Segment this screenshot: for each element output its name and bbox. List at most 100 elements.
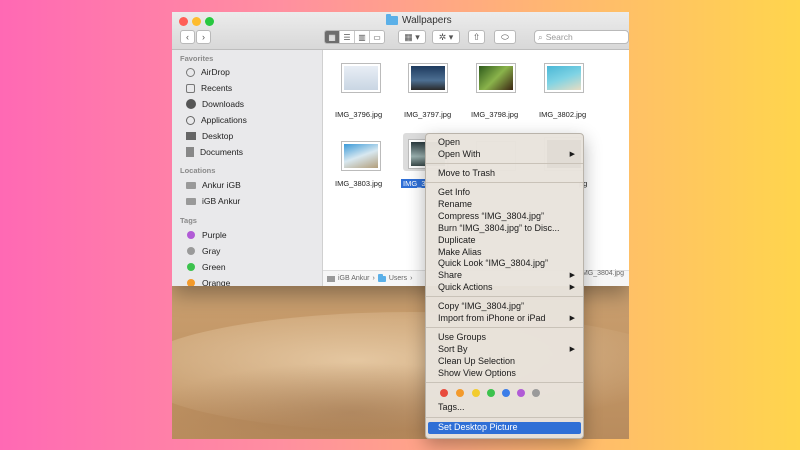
menu-item-quick-look[interactable]: Quick Look “IMG_3804.jpg”	[438, 258, 579, 269]
menu-item-tags[interactable]: Tags...	[438, 402, 579, 413]
menu-item-quick-actions[interactable]: Quick Actions ▶	[438, 282, 579, 293]
sidebar-section-locations: Locations	[180, 166, 216, 175]
action-gear-icon[interactable]: ✲ ▾	[432, 30, 460, 44]
gray-tag-icon[interactable]	[532, 389, 540, 397]
yellow-tag-icon[interactable]	[472, 389, 480, 397]
green-tag-icon[interactable]	[487, 389, 495, 397]
file-name[interactable]: IMG_3798.jpg	[471, 110, 518, 119]
file-thumbnail[interactable]	[342, 142, 380, 170]
menu-item-get-info[interactable]: Get Info	[438, 187, 579, 198]
window-title-text: Wallpapers	[402, 15, 452, 26]
sidebar-item-tag-gray[interactable]: Gray	[186, 246, 220, 256]
sidebar-item-tag-green[interactable]: Green	[186, 262, 226, 272]
sidebar-item-documents[interactable]: Documents	[186, 147, 243, 157]
sidebar-item-label: Ankur iGB	[202, 180, 241, 190]
submenu-arrow-icon: ▶	[569, 315, 575, 322]
file-thumbnail[interactable]	[477, 64, 515, 92]
sidebar-item-label: Orange	[202, 278, 231, 286]
file-thumbnail[interactable]	[545, 64, 583, 92]
submenu-arrow-icon: ▶	[569, 284, 575, 291]
file-name[interactable]: IMG_3803.jpg	[335, 179, 382, 188]
file-name[interactable]: IMG_3796.jpg	[335, 110, 382, 119]
icon-view-icon[interactable]: ▦	[325, 31, 340, 43]
search-input[interactable]: ⌕ Search	[534, 30, 629, 44]
menu-item-copy[interactable]: Copy “IMG_3804.jpg”	[438, 301, 579, 312]
search-placeholder: Search	[545, 32, 573, 42]
path-item[interactable]: Users	[389, 275, 407, 282]
menu-item-rename[interactable]: Rename	[438, 199, 579, 210]
sidebar-section-favorites: Favorites	[180, 54, 214, 63]
context-menu: Open Open With ▶ Move to Trash Get Info …	[425, 133, 584, 439]
forward-button[interactable]: ›	[196, 30, 211, 44]
sidebar-item-label: Gray	[202, 246, 221, 256]
menu-item-show-view-options[interactable]: Show View Options	[438, 368, 579, 379]
share-icon[interactable]: ⇧	[468, 30, 485, 44]
search-icon: ⌕	[538, 31, 543, 42]
list-view-icon[interactable]: ☰	[340, 31, 355, 43]
path-separator-icon: ›	[410, 275, 413, 282]
sidebar-item-recents[interactable]: Recents	[186, 83, 232, 93]
sidebar: Favorites AirDrop Recents Downloads Appl…	[172, 50, 323, 286]
path-separator-icon: ›	[372, 275, 375, 282]
red-tag-icon[interactable]	[440, 389, 448, 397]
green-tag-icon	[187, 263, 195, 271]
sidebar-item-igb-ankur[interactable]: iGB Ankur	[186, 196, 240, 206]
menu-item-burn[interactable]: Burn “IMG_3804.jpg” to Disc...	[438, 223, 579, 234]
sidebar-section-tags: Tags	[180, 216, 197, 225]
menu-item-make-alias[interactable]: Make Alias	[438, 247, 579, 258]
disk-icon	[186, 197, 196, 205]
downloads-icon	[186, 99, 196, 109]
menu-item-move-to-trash[interactable]: Move to Trash	[438, 168, 579, 179]
tag-button-icon[interactable]: ⬭	[494, 30, 516, 44]
path-item[interactable]: iGB Ankur	[338, 275, 370, 282]
close-window-button[interactable]	[179, 17, 188, 26]
menu-item-duplicate[interactable]: Duplicate	[438, 235, 579, 246]
file-name[interactable]: IMG_3802.jpg	[539, 110, 586, 119]
sidebar-item-desktop[interactable]: Desktop	[186, 131, 233, 141]
menu-item-label: Sort By	[438, 344, 468, 354]
menu-item-open-with[interactable]: Open With ▶	[438, 149, 579, 160]
sidebar-item-label: Green	[202, 262, 226, 272]
menu-item-set-desktop-picture[interactable]: Set Desktop Picture	[438, 422, 579, 433]
menu-item-clean-up-selection[interactable]: Clean Up Selection	[438, 356, 579, 367]
sidebar-item-tag-purple[interactable]: Purple	[186, 230, 227, 240]
view-mode-selector: ▦ ☰ ▥ ▭	[324, 30, 385, 44]
documents-icon	[186, 147, 194, 157]
purple-tag-icon[interactable]	[517, 389, 525, 397]
menu-item-label: Import from iPhone or iPad	[438, 313, 546, 323]
gallery-view-icon[interactable]: ▭	[370, 31, 384, 43]
folder-icon	[377, 273, 386, 282]
file-thumbnail[interactable]	[409, 64, 447, 92]
submenu-arrow-icon: ▶	[569, 272, 575, 279]
sidebar-item-airdrop[interactable]: AirDrop	[186, 67, 230, 77]
menu-item-share[interactable]: Share ▶	[438, 270, 579, 281]
orange-tag-icon[interactable]	[456, 389, 464, 397]
desktop-icon	[186, 132, 196, 140]
zoom-window-button[interactable]	[205, 17, 214, 26]
blue-tag-icon[interactable]	[502, 389, 510, 397]
sidebar-item-label: Recents	[201, 83, 233, 93]
disk-icon	[186, 181, 196, 189]
sidebar-item-downloads[interactable]: Downloads	[186, 99, 244, 109]
sidebar-item-applications[interactable]: Applications	[186, 115, 247, 125]
menu-item-sort-by[interactable]: Sort By ▶	[438, 344, 579, 355]
path-item-end[interactable]: IMG_3804.jpg	[580, 270, 624, 277]
sidebar-item-tag-orange[interactable]: Orange	[186, 278, 230, 286]
menu-item-open[interactable]: Open	[438, 137, 579, 148]
minimize-window-button[interactable]	[192, 17, 201, 26]
back-button[interactable]: ‹	[180, 30, 195, 44]
menu-item-compress[interactable]: Compress “IMG_3804.jpg”	[438, 211, 579, 222]
menu-separator	[426, 182, 583, 183]
sidebar-item-label: Applications	[201, 115, 247, 125]
file-name[interactable]: IMG_3797.jpg	[404, 110, 451, 119]
selected-file-name[interactable]: IMG_3	[401, 179, 428, 188]
applications-icon	[186, 115, 195, 125]
column-view-icon[interactable]: ▥	[355, 31, 370, 43]
sidebar-item-label: AirDrop	[201, 67, 230, 77]
menu-item-label: Quick Actions	[438, 282, 493, 292]
group-by-button[interactable]: ▦ ▾	[398, 30, 426, 44]
menu-item-import-from-iphone[interactable]: Import from iPhone or iPad ▶	[438, 313, 579, 324]
file-thumbnail[interactable]	[342, 64, 380, 92]
menu-item-use-groups[interactable]: Use Groups	[438, 332, 579, 343]
sidebar-item-ankur-igb[interactable]: Ankur iGB	[186, 180, 241, 190]
